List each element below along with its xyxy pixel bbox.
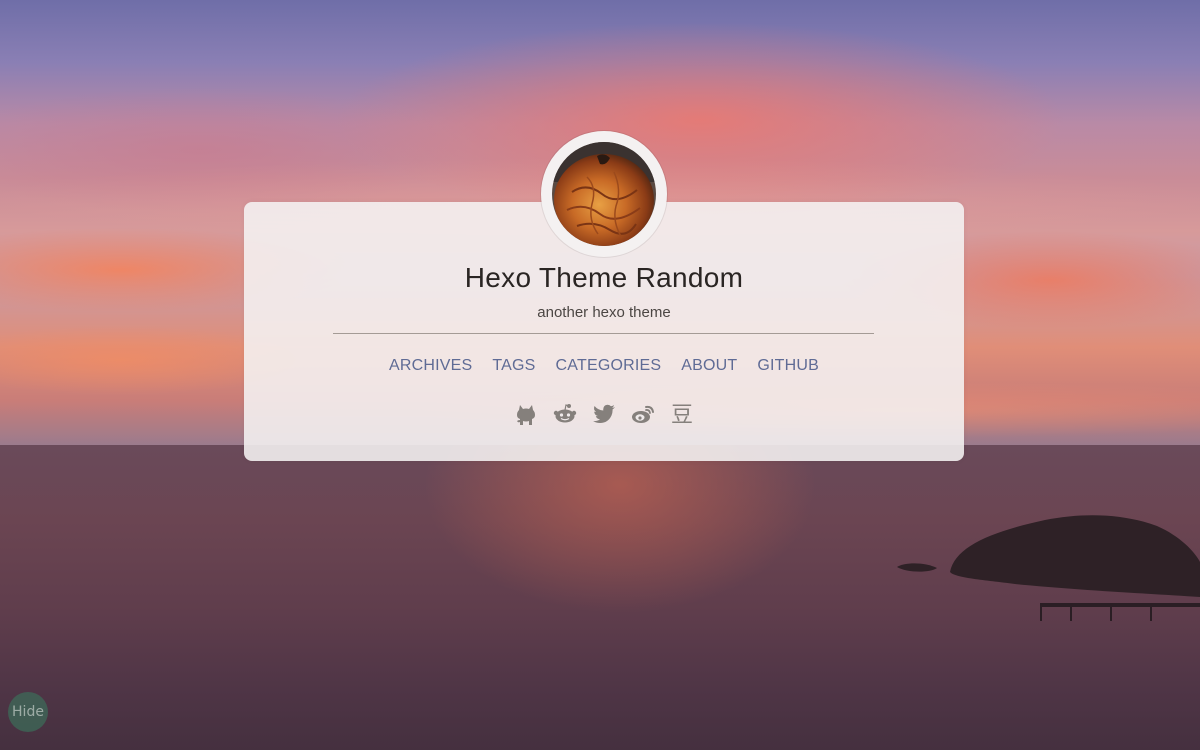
- douban-glyph: 豆: [671, 403, 693, 427]
- social-links: 豆: [244, 401, 964, 427]
- site-subtitle: another hexo theme: [537, 304, 671, 321]
- pier: [1040, 603, 1200, 607]
- divider: [333, 333, 874, 334]
- site-title: Hexo Theme Random: [464, 262, 744, 293]
- nav-github[interactable]: GITHUB: [757, 357, 819, 375]
- nav-about[interactable]: ABOUT: [681, 357, 737, 375]
- main-nav: ARCHIVES TAGS CATEGORIES ABOUT GITHUB: [244, 357, 964, 375]
- apple-image: [552, 142, 656, 246]
- nav-archives[interactable]: ARCHIVES: [389, 357, 472, 375]
- pier-post: [1040, 603, 1042, 621]
- island: [897, 515, 1200, 597]
- github-icon[interactable]: [513, 401, 539, 427]
- pier-post: [1110, 603, 1112, 621]
- twitter-icon[interactable]: [591, 401, 617, 427]
- nav-tags[interactable]: TAGS: [492, 357, 535, 375]
- hide-button[interactable]: Hide: [8, 692, 48, 732]
- weibo-icon[interactable]: [630, 401, 656, 427]
- nav-categories[interactable]: CATEGORIES: [556, 357, 662, 375]
- avatar[interactable]: [552, 142, 656, 246]
- pier-post: [1150, 603, 1152, 621]
- pier-post: [1070, 603, 1072, 621]
- reddit-icon[interactable]: [552, 401, 578, 427]
- douban-icon[interactable]: 豆: [669, 401, 695, 427]
- page-background: Hexo Theme Random another hexo theme ARC…: [0, 0, 1200, 750]
